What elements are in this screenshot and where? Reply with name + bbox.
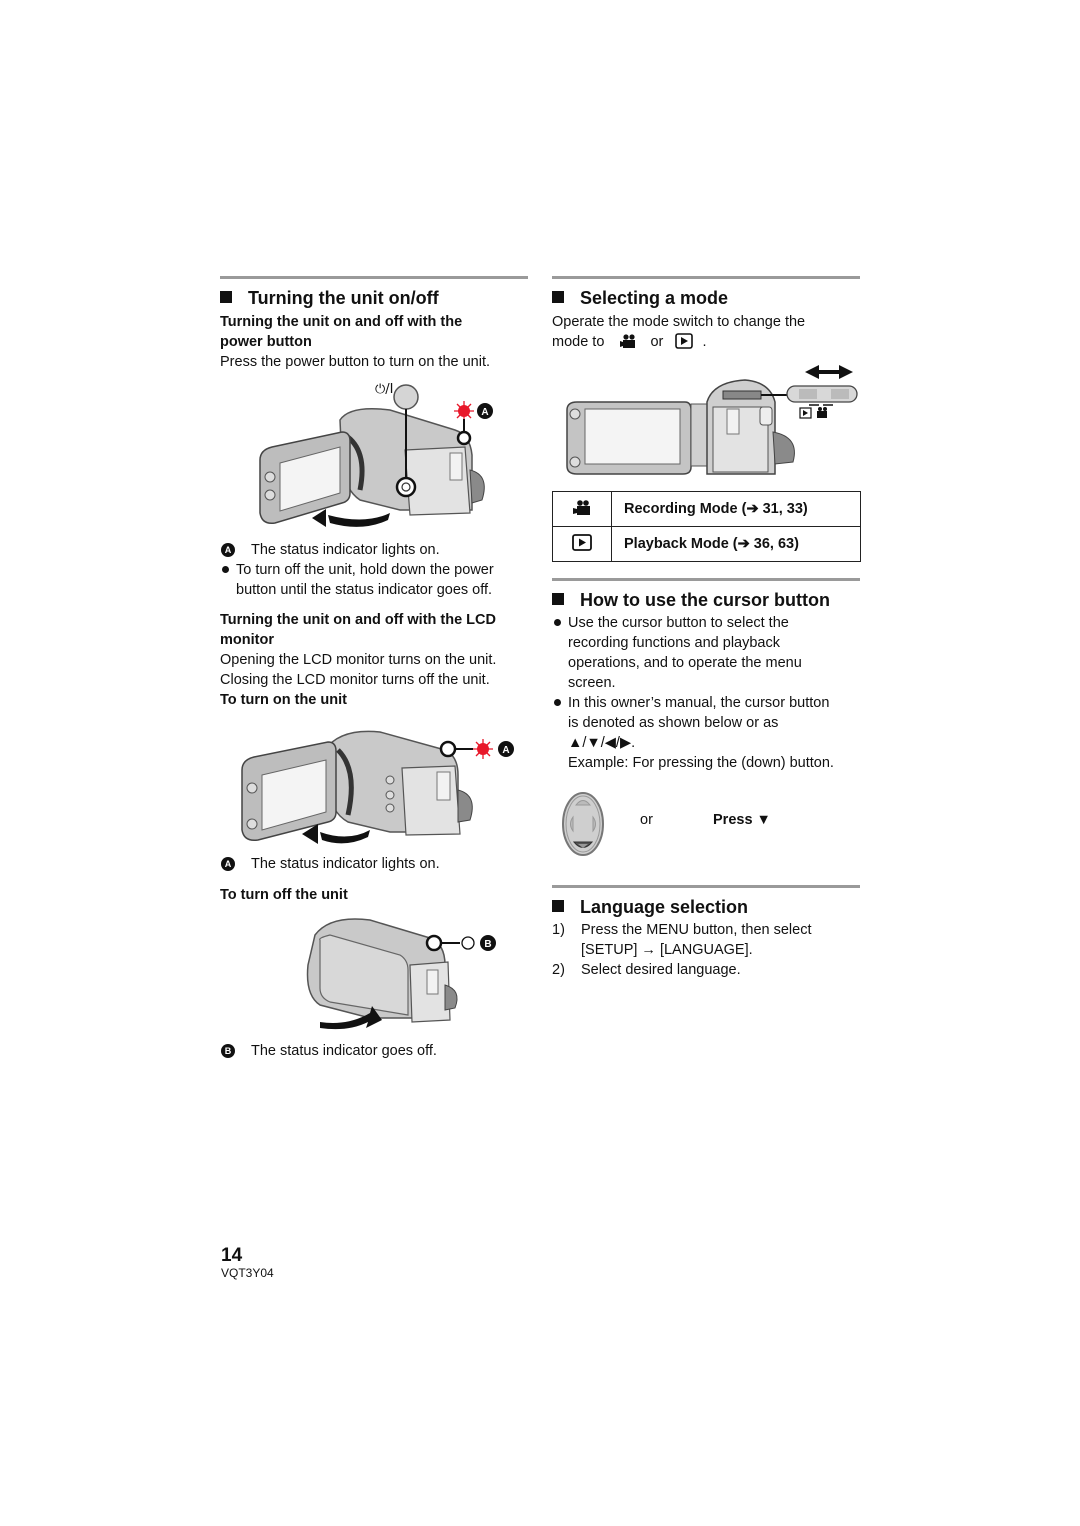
heading-bullet-square	[552, 900, 564, 912]
mode-table: Recording Mode (➔ 31, 33) Playback Mode …	[552, 491, 861, 562]
language-step-1: 1) Press the MENU button, then select [S…	[552, 922, 812, 958]
bullet-cursor-notation: In this owner’s manual, the cursor butto…	[554, 693, 829, 753]
bullet-dot	[222, 566, 229, 573]
subheading-lcd-monitor: Turning the unit on and off with the LCD…	[220, 612, 496, 648]
recording-mode-icon	[552, 491, 612, 527]
legend-a-status-lights-on: A The status indicator lights on.	[221, 540, 440, 560]
bullet-dot	[554, 619, 561, 626]
table-row: Playback Mode (➔ 36, 63)	[552, 526, 861, 562]
playback-mode-label: Playback Mode (➔ 36, 63)	[611, 526, 861, 562]
heading-bullet-square	[552, 291, 564, 303]
section-rule	[552, 578, 860, 581]
playback-mode-icon	[675, 333, 694, 349]
double-arrow-icon	[805, 365, 853, 379]
playback-mode-icon	[552, 526, 612, 562]
legend-b-status-goes-off: B The status indicator goes off.	[221, 1041, 437, 1061]
callout-a-marker: A	[221, 857, 235, 871]
table-row: Recording Mode (➔ 31, 33)	[552, 491, 861, 527]
cursor-button-down-pressed-icon	[560, 790, 606, 858]
callout-b-marker: B	[221, 1044, 235, 1058]
bullet-turn-off-note: To turn off the unit, hold down the powe…	[222, 560, 494, 600]
heading-bullet-square	[552, 593, 564, 605]
legend-a-status-lights-on-2: A The status indicator lights on.	[221, 854, 440, 874]
status-indicator-lit-icon	[473, 739, 493, 759]
language-step-2: 2) Select desired language.	[552, 962, 741, 978]
camcorder-mode-switch-illustration	[555, 362, 865, 482]
power-instruction: Press the power button to turn on the un…	[220, 354, 491, 370]
svg-text:B: B	[484, 939, 491, 950]
recording-mode-icon	[817, 407, 827, 418]
section-heading-language-selection: Language selection	[552, 896, 748, 918]
power-symbol-label: ⏻/I	[375, 382, 394, 397]
status-indicator-lit-icon	[454, 401, 474, 421]
subheading-to-turn-off: To turn off the unit	[220, 887, 348, 903]
section-heading-turning-on-off: Turning the unit on/off	[220, 287, 439, 309]
svg-text:A: A	[481, 407, 488, 418]
bullet-dot	[554, 699, 561, 706]
recording-mode-label: Recording Mode (➔ 31, 33)	[611, 491, 861, 527]
camcorder-closed-lcd-illustration: B	[290, 910, 510, 1035]
bullet-cursor-usage: Use the cursor button to select the reco…	[554, 613, 802, 693]
model-code: VQT3Y04	[221, 1266, 274, 1280]
callout-a-marker: A	[221, 543, 235, 557]
subheading-to-turn-on: To turn on the unit	[220, 692, 347, 708]
section-heading-selecting-mode: Selecting a mode	[552, 287, 728, 309]
camcorder-open-lcd-illustration: A	[230, 720, 520, 850]
page-number: 14	[221, 1245, 243, 1266]
svg-text:A: A	[502, 745, 509, 756]
section-rule	[220, 276, 528, 279]
or-label: or	[640, 812, 653, 828]
cursor-example: Example: For pressing the (down) button.	[568, 755, 834, 771]
section-rule	[552, 885, 860, 888]
camcorder-power-button-illustration: ⏻/I A	[250, 375, 510, 535]
press-down-label: Press ▼	[713, 812, 771, 828]
mode-instruction: Operate the mode switch to change the mo…	[552, 314, 806, 350]
section-heading-cursor-button: How to use the cursor button	[552, 589, 830, 611]
recording-mode-icon	[620, 334, 638, 348]
section-rule	[552, 276, 860, 279]
heading-bullet-square	[220, 291, 232, 303]
lcd-description: Opening the LCD monitor turns on the uni…	[220, 652, 497, 688]
status-indicator-off-icon	[461, 936, 475, 950]
subheading-power-button: Turning the unit on and off with the pow…	[220, 314, 463, 350]
